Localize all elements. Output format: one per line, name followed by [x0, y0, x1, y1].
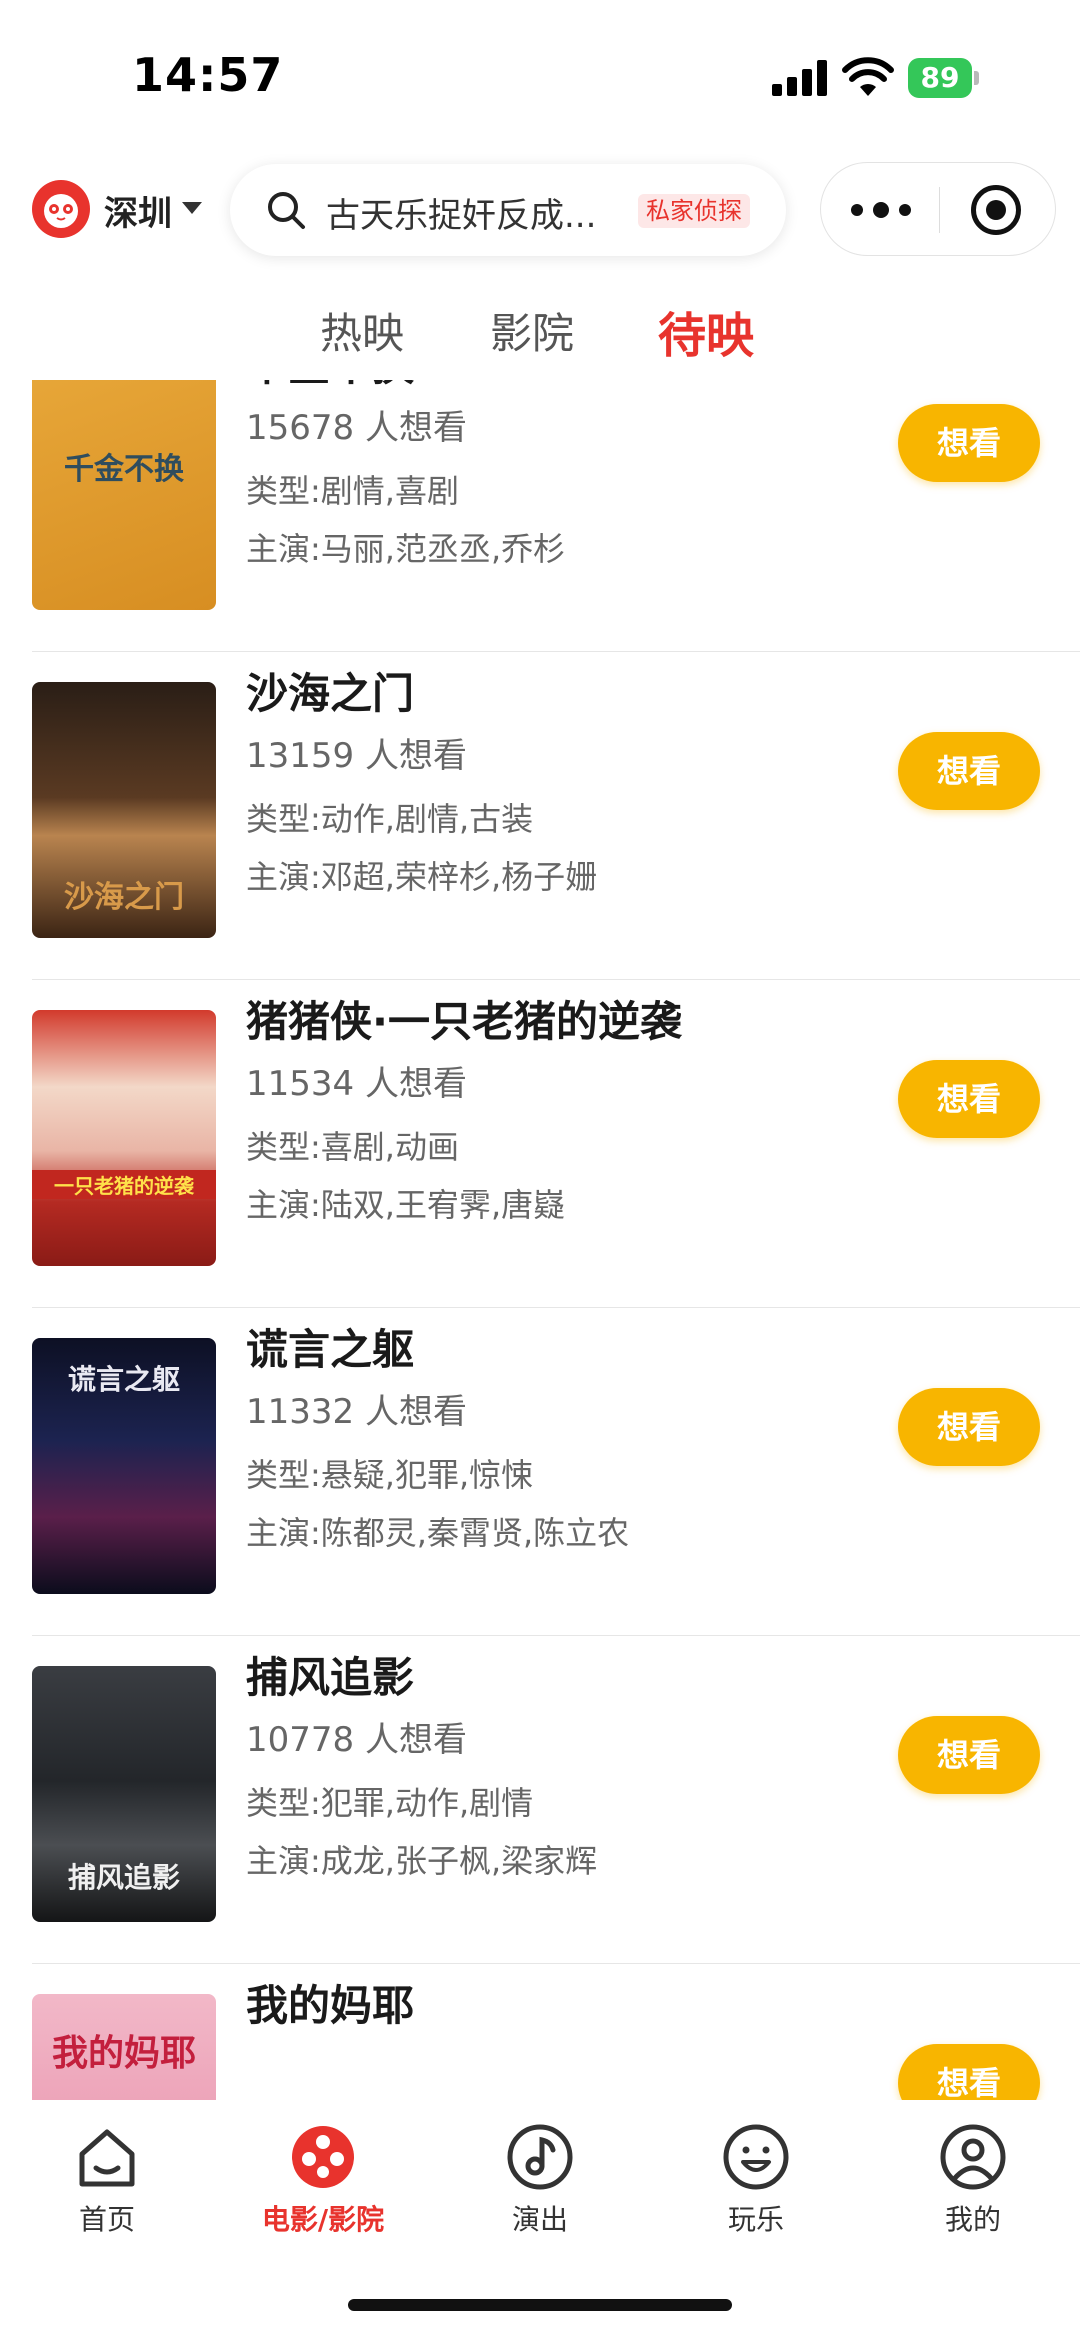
tabbar-label: 首页 [78, 2203, 135, 2236]
movie-genre: 类型:喜剧,动画 [246, 1128, 459, 1166]
movie-genre: 类型:悬疑,犯罪,惊悚 [246, 1456, 534, 1494]
cat-logo-icon[interactable] [32, 180, 90, 238]
battery-level: 89 [908, 58, 972, 98]
want-count: 11534 人想看 [246, 1064, 467, 1104]
search-icon [268, 192, 305, 229]
city-selector[interactable]: 深圳 [104, 186, 172, 235]
movie-poster[interactable]: 谎言之躯 [32, 1338, 216, 1594]
tabbar-label: 玩乐 [727, 2203, 784, 2236]
user-icon [940, 2124, 1006, 2190]
list-item[interactable]: 沙海之门 沙海之门 13159 人想看 类型:动作,剧情,古装 主演:邓超,荣梓… [0, 652, 1080, 980]
movie-poster[interactable]: 千金不换 [32, 380, 216, 610]
want-to-watch-button[interactable]: 想看 [898, 1060, 1040, 1138]
movie-cast: 主演:邓超,荣梓杉,杨子姗 [246, 858, 598, 896]
movie-title[interactable]: 谎言之躯 [246, 1316, 414, 1377]
search-tag: 私家侦探 [638, 194, 750, 228]
movie-title[interactable]: 猪猪侠·一只老猪的逆袭 [246, 988, 682, 1049]
want-to-watch-button[interactable]: 想看 [898, 732, 1040, 810]
wifi-icon [842, 57, 894, 96]
tabbar-label: 演出 [511, 2203, 568, 2236]
capsule-divider [939, 187, 940, 233]
battery-indicator: 89 [908, 58, 980, 98]
chevron-down-icon[interactable] [182, 202, 202, 214]
movie-title[interactable]: 沙海之门 [246, 660, 414, 721]
movie-poster[interactable]: 沙海之门 [32, 682, 216, 938]
film-reel-icon [292, 2126, 354, 2188]
list-item[interactable]: 我的妈耶 我的妈耶 想看 [0, 1964, 1080, 2100]
movie-cast: 主演:成龙,张子枫,梁家辉 [246, 1842, 598, 1880]
movie-poster[interactable]: 一只老猪的逆袭 [32, 1010, 216, 1266]
tabbar-item-home[interactable]: 首页 [27, 2122, 187, 2238]
movie-title[interactable]: 捕风追影 [246, 1644, 414, 1705]
tabbar-item-profile[interactable]: 我的 [893, 2122, 1053, 2238]
tabbar-item-movies[interactable]: 电影/影院 [243, 2122, 403, 2238]
movie-cast: 主演:马丽,范丞丞,乔杉 [246, 530, 566, 568]
home-indicator [348, 2299, 732, 2311]
battery-cap [974, 71, 979, 85]
top-nav: 深圳 古天乐捉奸反成... 私家侦探 [0, 150, 1080, 270]
miniprogram-capsule [820, 162, 1056, 256]
more-icon[interactable] [851, 195, 911, 225]
tabbar-item-shows[interactable]: 演出 [460, 2122, 620, 2238]
movie-poster[interactable]: 捕风追影 [32, 1666, 216, 1922]
poster-title: 沙海之门 [64, 880, 184, 915]
close-miniprogram-icon[interactable] [971, 185, 1021, 235]
movie-genre: 类型:犯罪,动作,剧情 [246, 1784, 534, 1822]
status-bar: 14:57 89 [0, 0, 1080, 150]
cellular-signal-icon [772, 60, 828, 96]
poster-title: 千金不换 [64, 452, 184, 487]
movie-cast: 主演:陈都灵,秦霄贤,陈立农 [246, 1514, 630, 1552]
movie-tabs: 热映 影院 待映 [0, 280, 1080, 380]
movie-genre: 类型:动作,剧情,古装 [246, 800, 534, 838]
list-item[interactable]: 捕风追影 捕风追影 10778 人想看 类型:犯罪,动作,剧情 主演:成龙,张子… [0, 1636, 1080, 1964]
poster-title: 一只老猪的逆袭 [32, 1170, 216, 1199]
movie-list: 千金不换 千金不换 15678 人想看 类型:剧情,喜剧 主演:马丽,范丞丞,乔… [0, 380, 1080, 2100]
tabbar-label: 我的 [944, 2203, 1001, 2236]
home-icon [79, 2129, 135, 2187]
movie-title[interactable]: 千金不换 [246, 380, 414, 393]
tabbar-label: 电影/影院 [261, 2203, 385, 2236]
tab-now-showing[interactable]: 热映 [320, 300, 404, 361]
want-count: 11332 人想看 [246, 1392, 467, 1432]
movie-app-page: 14:57 89 深圳 古天乐捉奸反成... 私家侦探 热映 影院 待映 千金不… [0, 0, 1080, 2341]
list-item[interactable]: 谎言之躯 谎言之躯 11332 人想看 类型:悬疑,犯罪,惊悚 主演:陈都灵,秦… [0, 1308, 1080, 1636]
list-item[interactable]: 千金不换 千金不换 15678 人想看 类型:剧情,喜剧 主演:马丽,范丞丞,乔… [0, 380, 1080, 652]
want-count: 15678 人想看 [246, 408, 467, 448]
want-to-watch-button[interactable]: 想看 [898, 1716, 1040, 1794]
want-count: 13159 人想看 [246, 736, 467, 776]
poster-title: 谎言之躯 [67, 1363, 180, 1396]
want-to-watch-button[interactable]: 想看 [898, 404, 1040, 482]
status-time: 14:57 [132, 48, 284, 102]
movie-poster[interactable]: 我的妈耶 [32, 1994, 216, 2100]
movie-cast: 主演:陆双,王宥霁,唐嶷 [246, 1186, 566, 1224]
tabbar-item-fun[interactable]: 玩乐 [676, 2122, 836, 2238]
poster-title: 我的妈耶 [51, 2033, 196, 2074]
list-item[interactable]: 一只老猪的逆袭 猪猪侠·一只老猪的逆袭 11534 人想看 类型:喜剧,动画 主… [0, 980, 1080, 1308]
search-placeholder: 古天乐捉奸反成... [326, 196, 597, 236]
search-bar[interactable]: 古天乐捉奸反成... 私家侦探 [230, 164, 786, 256]
movie-genre: 类型:剧情,喜剧 [246, 472, 459, 510]
want-to-watch-button[interactable]: 想看 [898, 1388, 1040, 1466]
want-to-watch-button[interactable]: 想看 [898, 2044, 1040, 2100]
tab-coming-soon[interactable]: 待映 [658, 296, 754, 366]
movie-title[interactable]: 我的妈耶 [246, 1972, 414, 2033]
tab-cinemas[interactable]: 影院 [490, 300, 574, 361]
want-count: 10778 人想看 [246, 1720, 467, 1760]
smile-icon [723, 2124, 789, 2190]
poster-title: 捕风追影 [67, 1861, 180, 1894]
music-note-icon [507, 2124, 573, 2190]
